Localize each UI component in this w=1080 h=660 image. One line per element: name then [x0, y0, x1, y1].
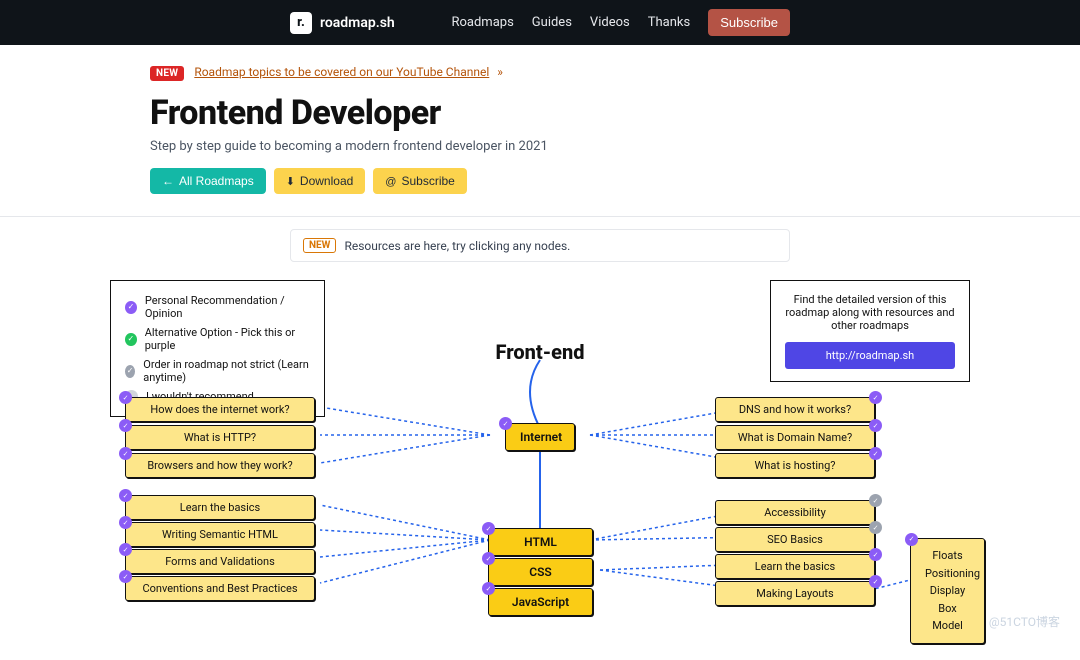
node-forms-validations[interactable]: Forms and Validations	[125, 549, 315, 574]
check-marker-icon	[119, 516, 132, 529]
node-html[interactable]: HTML	[488, 528, 593, 556]
main: NEW Roadmap topics to be covered on our …	[150, 45, 930, 194]
check-marker-icon	[869, 521, 882, 534]
node-html-learn-basics[interactable]: Learn the basics	[125, 495, 315, 520]
download-label: Download	[300, 174, 353, 188]
check-marker-icon	[869, 548, 882, 561]
info-bar: NEW Resources are here, try clicking any…	[290, 229, 790, 262]
divider	[0, 216, 1080, 217]
check-icon: ✓	[125, 301, 137, 314]
check-marker-icon	[869, 419, 882, 432]
legend-label: Personal Recommendation / Opinion	[145, 294, 310, 320]
check-marker-icon	[119, 543, 132, 556]
subscribe-pill-label: Subscribe	[401, 174, 454, 188]
node-domain-name[interactable]: What is Domain Name?	[715, 425, 875, 450]
node-seo-basics[interactable]: SEO Basics	[715, 527, 875, 552]
at-icon	[385, 174, 396, 188]
arrow-left-icon	[162, 174, 174, 188]
logo-text: roadmap.sh	[320, 15, 395, 31]
node-css-learn-basics[interactable]: Learn the basics	[715, 554, 875, 579]
node-dns[interactable]: DNS and how it works?	[715, 397, 875, 422]
legend-item: ✓ Personal Recommendation / Opinion	[125, 291, 310, 323]
check-marker-icon	[482, 552, 495, 565]
legend-item: ✓ Order in roadmap not strict (Learn anyt…	[125, 355, 310, 387]
legend-label: Order in roadmap not strict (Learn anyti…	[143, 358, 310, 384]
check-marker-icon	[869, 391, 882, 404]
check-marker-icon	[119, 570, 132, 583]
legend-item: ✓ Alternative Option - Pick this or purpl…	[125, 323, 310, 355]
promo-text: Find the detailed version of this roadma…	[785, 293, 955, 332]
node-internet-how-works[interactable]: How does the internet work?	[125, 397, 315, 422]
main-header: r. roadmap.sh Roadmaps Guides Videos Tha…	[0, 0, 1080, 45]
node-accessibility[interactable]: Accessibility	[715, 500, 875, 525]
info-text: Resources are here, try clicking any nod…	[344, 239, 570, 253]
node-making-layouts[interactable]: Making Layouts	[715, 581, 875, 606]
nav-videos[interactable]: Videos	[590, 15, 630, 30]
node-hosting[interactable]: What is hosting?	[715, 453, 875, 478]
legend-label: Alternative Option - Pick this or purple	[145, 326, 310, 352]
check-marker-icon	[119, 489, 132, 502]
check-marker-icon	[119, 419, 132, 432]
check-marker-icon	[499, 417, 512, 430]
all-roadmaps-label: All Roadmaps	[179, 174, 254, 188]
css-detail-item: Floats	[925, 547, 970, 565]
css-detail-item: Display	[925, 582, 970, 600]
promo-box: Find the detailed version of this roadma…	[770, 280, 970, 382]
page-subtitle: Step by step guide to becoming a modern …	[150, 139, 930, 154]
subscribe-button[interactable]: Subscribe	[708, 9, 790, 36]
roadmap-canvas: ✓ Personal Recommendation / Opinion ✓ Alte…	[110, 280, 970, 660]
check-marker-icon	[869, 494, 882, 507]
logo[interactable]: r. roadmap.sh	[290, 12, 395, 34]
logo-mark: r.	[290, 12, 312, 34]
check-marker-icon	[119, 447, 132, 460]
download-button[interactable]: Download	[274, 168, 366, 194]
node-semantic-html[interactable]: Writing Semantic HTML	[125, 522, 315, 547]
css-detail-item: Positioning	[925, 565, 970, 583]
node-css-layout-topics[interactable]: Floats Positioning Display Box Model	[910, 538, 985, 644]
node-internet[interactable]: Internet	[505, 423, 575, 451]
subscribe-pill-button[interactable]: Subscribe	[373, 168, 467, 194]
check-icon: ✓	[125, 365, 135, 378]
check-marker-icon	[482, 522, 495, 535]
check-icon: ✓	[125, 333, 137, 346]
nav-thanks[interactable]: Thanks	[648, 15, 690, 30]
check-marker-icon	[119, 391, 132, 404]
nav-guides[interactable]: Guides	[532, 15, 572, 30]
css-detail-item: Box Model	[925, 600, 970, 635]
chevron-right-icon: »	[497, 65, 503, 79]
node-conventions-best-practices[interactable]: Conventions and Best Practices	[125, 576, 315, 601]
download-icon	[286, 174, 295, 188]
node-css[interactable]: CSS	[488, 558, 593, 586]
announcement-banner: NEW Roadmap topics to be covered on our …	[150, 61, 930, 81]
node-browsers-work[interactable]: Browsers and how they work?	[125, 453, 315, 478]
check-marker-icon	[869, 447, 882, 460]
node-what-is-http[interactable]: What is HTTP?	[125, 425, 315, 450]
watermark: @51CTO博客	[989, 613, 1060, 630]
root-node: Front-end	[496, 340, 585, 364]
nav-roadmaps[interactable]: Roadmaps	[451, 15, 513, 30]
check-marker-icon	[482, 582, 495, 595]
new-badge: NEW	[150, 66, 184, 81]
nav: Roadmaps Guides Videos Thanks Subscribe	[451, 9, 790, 36]
all-roadmaps-button[interactable]: All Roadmaps	[150, 168, 266, 194]
banner-link[interactable]: Roadmap topics to be covered on our YouT…	[194, 65, 489, 79]
action-bar: All Roadmaps Download Subscribe	[150, 168, 930, 194]
page-title: Frontend Developer	[150, 93, 930, 133]
node-javascript[interactable]: JavaScript	[488, 588, 593, 616]
info-new-badge: NEW	[303, 238, 336, 253]
promo-link-button[interactable]: http://roadmap.sh	[785, 342, 955, 369]
check-marker-icon	[905, 533, 918, 546]
check-marker-icon	[869, 575, 882, 588]
